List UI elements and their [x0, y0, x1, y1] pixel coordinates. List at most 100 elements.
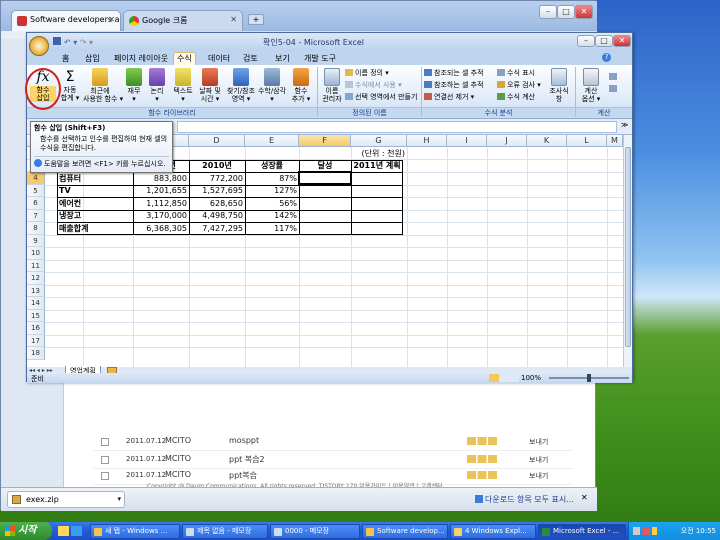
calc-small-buttons[interactable] — [609, 71, 619, 95]
taskbar-item[interactable]: 제목 없음 - 메모장 — [182, 524, 268, 539]
define-name-button[interactable]: 이름 정의 ▾ — [345, 68, 389, 78]
evaluate-formula-button[interactable]: 수식 계산 — [497, 92, 535, 102]
column-header-K[interactable]: K — [527, 135, 567, 147]
lookup-button[interactable]: 찾기/참조 영역 ▾ — [226, 68, 256, 103]
row-header-9[interactable]: 9 — [27, 234, 45, 247]
cell-rate[interactable]: 127% — [245, 185, 299, 197]
cell-name[interactable]: 에어컨 — [57, 198, 133, 210]
autosum-button[interactable]: Σ 자동 합계 ▾ — [57, 68, 83, 102]
scroll-thumb[interactable] — [625, 147, 631, 347]
row-header-11[interactable]: 11 — [27, 259, 45, 272]
row-header-7[interactable]: 7 — [27, 209, 45, 222]
browser-tab-2[interactable]: Google 크롬 ✕ — [123, 10, 243, 31]
browser-tab-1[interactable]: Software developers and ✕ — [11, 10, 121, 31]
zoom-level[interactable]: 100% — [521, 374, 541, 382]
row-action[interactable]: 보내기 — [529, 455, 548, 465]
close-tab-icon[interactable]: ✕ — [108, 15, 115, 24]
tab-insert[interactable]: 삽입 — [82, 53, 103, 65]
row-header-17[interactable]: 17 — [27, 334, 45, 347]
row-header-12[interactable]: 12 — [27, 272, 45, 285]
more-functions-button[interactable]: 함수 추가 ▾ — [288, 68, 314, 103]
tray-icons[interactable] — [633, 527, 657, 535]
cell-name[interactable]: 컴퓨터 — [57, 173, 133, 185]
zoom-thumb[interactable] — [587, 374, 591, 382]
save-icon[interactable] — [53, 37, 61, 45]
name-manager-button[interactable]: 이름 관리자 — [320, 68, 344, 103]
row-title[interactable]: mosppt — [229, 436, 259, 445]
column-header-G[interactable]: G — [351, 135, 407, 147]
undo-icon[interactable]: ↶ ▾ — [64, 38, 77, 47]
vertical-scrollbar[interactable] — [623, 135, 632, 367]
list-item[interactable]: 2011.07.12 MCITO mosppt 보내기 — [93, 433, 573, 451]
use-in-formula-button[interactable]: 수식에서 사용 ▾ — [345, 80, 402, 90]
cell-rate[interactable]: 87% — [245, 173, 299, 185]
expand-formula-bar-icon[interactable]: ≫ — [621, 121, 628, 129]
cell-2009[interactable]: 883,800 — [133, 173, 189, 185]
logical-button[interactable]: 논리 ▾ — [146, 68, 168, 103]
datetime-button[interactable]: 날짜 및 시간 ▾ — [197, 68, 223, 103]
cell-2009[interactable]: 3,170,000 — [133, 210, 189, 222]
column-header-J[interactable]: J — [487, 135, 527, 147]
row-action[interactable]: 보내기 — [529, 471, 548, 481]
redo-icon[interactable]: ↷ ▾ — [80, 38, 93, 47]
tab-view[interactable]: 보기 — [272, 53, 293, 65]
close-tab-icon[interactable]: ✕ — [230, 15, 237, 24]
cell-2010[interactable]: 7,427,295 — [189, 223, 245, 235]
row-header-10[interactable]: 10 — [27, 247, 45, 260]
tab-page-layout[interactable]: 페이지 레이아웃 — [111, 53, 171, 65]
new-tab-button[interactable]: + — [248, 14, 264, 25]
cell-name[interactable]: 냉장고 — [57, 210, 133, 222]
cell-2010[interactable]: 4,498,750 — [189, 210, 245, 222]
download-item[interactable]: exex.zip ▾ — [7, 491, 125, 508]
trace-dependents-button[interactable]: 참조하는 셀 추적 — [424, 80, 484, 90]
chevron-down-icon[interactable]: ▾ — [117, 492, 121, 507]
formula-input[interactable] — [177, 121, 617, 133]
tab-home[interactable]: 홈 — [59, 53, 72, 65]
math-button[interactable]: 수학/삼각 ▾ — [257, 68, 287, 103]
header-plan[interactable]: 2011년 계획 — [351, 160, 403, 172]
close-download-bar-icon[interactable]: ✕ — [581, 493, 588, 502]
row-header-6[interactable]: 6 — [27, 197, 45, 210]
minimize-button[interactable]: – — [577, 35, 595, 47]
column-header-M[interactable]: M — [607, 135, 623, 147]
minimize-button[interactable]: – — [539, 5, 557, 19]
row-header-14[interactable]: 14 — [27, 297, 45, 310]
row-title[interactable]: ppt 복습2 — [229, 454, 265, 465]
remove-arrows-button[interactable]: 연결선 제거 ▾ — [424, 92, 474, 102]
cell-name[interactable]: 매출합계 — [57, 223, 133, 235]
header-rate[interactable]: 성장률 — [245, 160, 299, 172]
show-all-downloads-link[interactable]: 다운로드 항목 모두 표시... — [475, 494, 574, 505]
cell-2010[interactable]: 772,200 — [189, 173, 245, 185]
cell-rate[interactable]: 142% — [245, 210, 299, 222]
row-header-5[interactable]: 5 — [27, 184, 45, 197]
column-header-L[interactable]: L — [567, 135, 607, 147]
cell-2010[interactable]: 628,650 — [189, 198, 245, 210]
tab-developer[interactable]: 개발 도구 — [301, 53, 339, 65]
row-header-8[interactable]: 8 — [27, 222, 45, 235]
error-check-button[interactable]: 오류 검사 ▾ — [497, 80, 541, 90]
unit-note[interactable]: (단위 : 천원) — [351, 148, 407, 160]
tab-formulas[interactable]: 수식 — [173, 52, 196, 65]
clock[interactable]: 오전 10:55 — [681, 527, 716, 535]
row-header-15[interactable]: 15 — [27, 309, 45, 322]
row-header-13[interactable]: 13 — [27, 284, 45, 297]
row-checkbox[interactable] — [101, 472, 109, 480]
row-action[interactable]: 보내기 — [529, 437, 548, 447]
create-from-selection-button[interactable]: 선택 영역에서 만들기 — [345, 92, 417, 102]
row-header-18[interactable]: 18 — [27, 347, 45, 360]
cell-rate[interactable]: 56% — [245, 198, 299, 210]
header-2010[interactable]: 2010년 — [189, 160, 245, 172]
show-formulas-button[interactable]: 수식 표시 — [497, 68, 535, 78]
column-header-D[interactable]: D — [189, 135, 245, 147]
taskbar-item[interactable]: 새 탭 - Windows ... — [90, 524, 180, 539]
taskbar-item[interactable]: 0000 - 메모장 — [270, 524, 360, 539]
help-icon[interactable]: ? — [602, 53, 611, 62]
cell-rate[interactable]: 117% — [245, 223, 299, 235]
trace-precedents-button[interactable]: 참조되는 셀 추적 — [424, 68, 484, 78]
tab-review[interactable]: 검토 — [240, 53, 261, 65]
office-button[interactable] — [29, 36, 49, 56]
tab-data[interactable]: 데이터 — [205, 53, 233, 65]
text-button[interactable]: 텍스트 ▾ — [170, 68, 196, 103]
cell-2009[interactable]: 6,368,305 — [133, 223, 189, 235]
column-header-H[interactable]: H — [407, 135, 447, 147]
